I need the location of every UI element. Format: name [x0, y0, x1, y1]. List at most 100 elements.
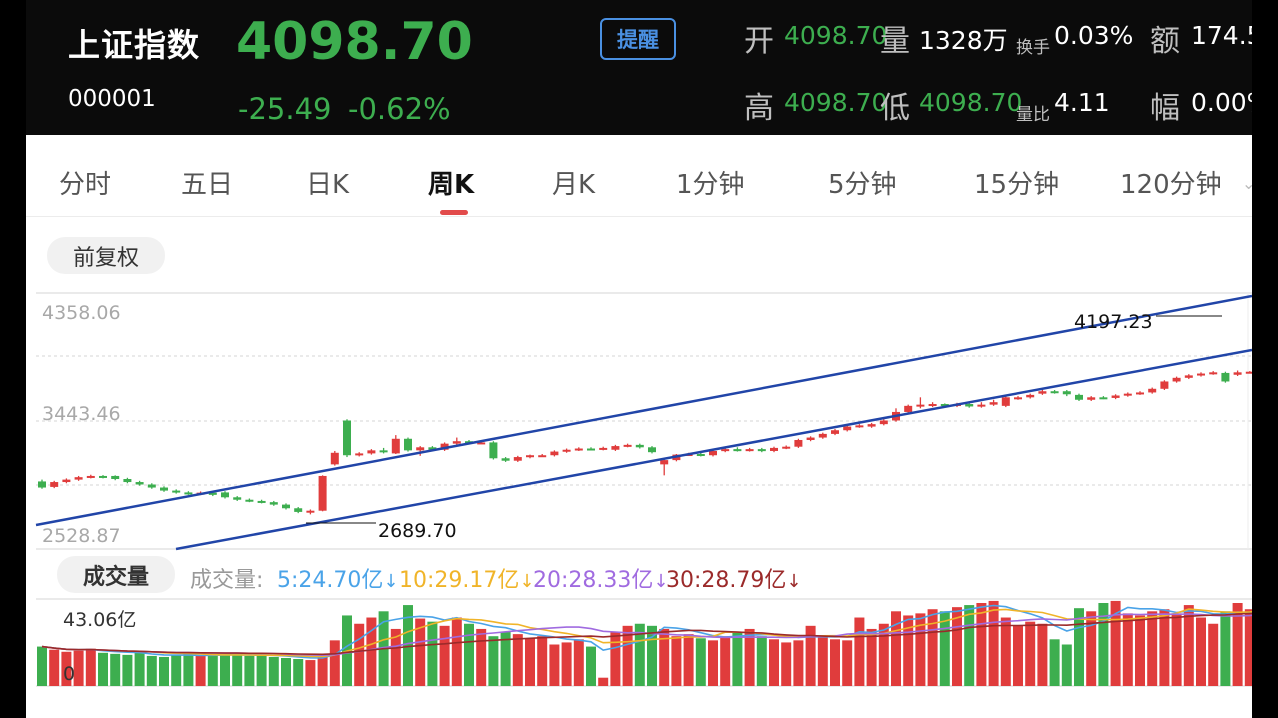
volume-bar: [903, 615, 914, 686]
candle-body: [709, 450, 717, 456]
volume-ma10: 10:29.17亿↓: [399, 568, 535, 593]
candle-body: [74, 477, 83, 480]
candle-body: [660, 460, 669, 465]
volume-bar: [354, 623, 365, 686]
low-marker-label: 2689.70: [378, 520, 457, 542]
candle-body: [1123, 393, 1132, 396]
volume-bar: [1196, 617, 1206, 686]
volume-bar: [1244, 609, 1252, 686]
candle-body: [1087, 397, 1096, 400]
volume-bar: [1025, 621, 1036, 686]
volume-bar: [122, 654, 133, 686]
volume-bar: [769, 639, 779, 686]
volume-bar: [1135, 615, 1145, 686]
volume-bar: [183, 653, 194, 686]
candle-body: [623, 444, 632, 447]
candle-body: [696, 454, 705, 457]
volume-bar: [817, 636, 828, 686]
volume-bar: [49, 649, 60, 686]
candle-body: [733, 449, 742, 452]
candle-body: [1233, 372, 1242, 375]
candle-body: [538, 455, 547, 458]
candle-body: [86, 475, 95, 478]
volume-bar: [488, 636, 499, 686]
candle-body: [1111, 395, 1120, 398]
volume-bar: [598, 677, 609, 686]
y-tick-mid: 3443.46: [42, 403, 121, 425]
candle-body: [391, 438, 400, 454]
volume-bar: [1147, 611, 1158, 686]
candle-body: [1001, 397, 1010, 406]
volume-bar: [683, 634, 694, 686]
channel-lower-line: [175, 348, 1252, 551]
candle-body: [135, 482, 144, 485]
volume-bar: [732, 632, 743, 686]
candle-body: [269, 502, 278, 505]
candle-body: [330, 452, 339, 465]
candle-body: [1197, 373, 1205, 376]
candle-body: [221, 492, 229, 498]
candle-body: [282, 504, 290, 509]
candle-body: [648, 447, 656, 453]
volume-bar: [854, 617, 865, 686]
volume-bar: [695, 638, 706, 686]
volume-bar: [1000, 617, 1011, 686]
volume-bar: [37, 646, 47, 686]
candle-body: [489, 442, 498, 459]
candle-body: [916, 404, 925, 407]
candle-body: [343, 420, 351, 456]
volume-max-tick: 43.06亿: [63, 609, 136, 631]
volume-bar: [1171, 613, 1182, 686]
candle-body: [1075, 394, 1083, 400]
candle-body: [770, 447, 778, 451]
volume-bar: [1220, 611, 1231, 686]
candle-body: [257, 500, 266, 503]
candle-body: [233, 497, 242, 500]
volume-bar: [537, 636, 548, 686]
candle-body: [867, 424, 876, 427]
volume-bar: [927, 609, 938, 686]
volume-indicator-button[interactable]: 成交量: [57, 556, 175, 593]
candle-body: [928, 404, 937, 407]
volume-bar: [976, 603, 987, 686]
candle-body: [989, 402, 998, 405]
candle-body: [1209, 372, 1218, 375]
candle-body: [318, 475, 327, 511]
volume-ma30: 30:28.79亿↓: [666, 568, 802, 593]
candle-body: [1062, 391, 1071, 395]
volume-bar: [549, 644, 560, 686]
candle-body: [38, 481, 46, 488]
candle-body: [1099, 397, 1108, 400]
volume-bar: [1122, 613, 1133, 686]
candle-body: [1136, 392, 1144, 395]
candle-body: [416, 447, 425, 451]
volume-bar: [708, 640, 718, 686]
volume-bar: [244, 655, 255, 686]
candle-body: [757, 449, 766, 452]
candle-body: [147, 484, 156, 488]
candle-body: [818, 433, 827, 438]
candle-body: [160, 487, 168, 491]
volume-bar: [256, 654, 267, 686]
volume-bar: [1049, 639, 1060, 686]
kline-chart[interactable]: 4358.06 3443.46 2528.87 4197.23 2689.70 …: [26, 0, 1252, 718]
candle-body: [501, 458, 510, 461]
volume-bar: [85, 648, 96, 686]
volume-bar: [451, 617, 462, 686]
candle-body: [562, 449, 571, 452]
volume-ma5: 5:24.70亿↓: [277, 568, 399, 593]
volume-bar: [671, 636, 682, 686]
candle-body: [172, 490, 181, 493]
volume-bar: [1159, 609, 1170, 686]
candle-body: [404, 438, 412, 451]
volume-bar: [573, 639, 584, 686]
candle-body: [355, 453, 364, 456]
volume-bar: [476, 628, 487, 686]
volume-bar: [427, 621, 438, 686]
volume-bar: [171, 654, 182, 686]
candle-body: [550, 451, 559, 456]
volume-bar: [720, 636, 731, 686]
candle-body: [599, 447, 608, 450]
volume-bar: [146, 655, 157, 686]
candle-body: [1026, 394, 1035, 398]
